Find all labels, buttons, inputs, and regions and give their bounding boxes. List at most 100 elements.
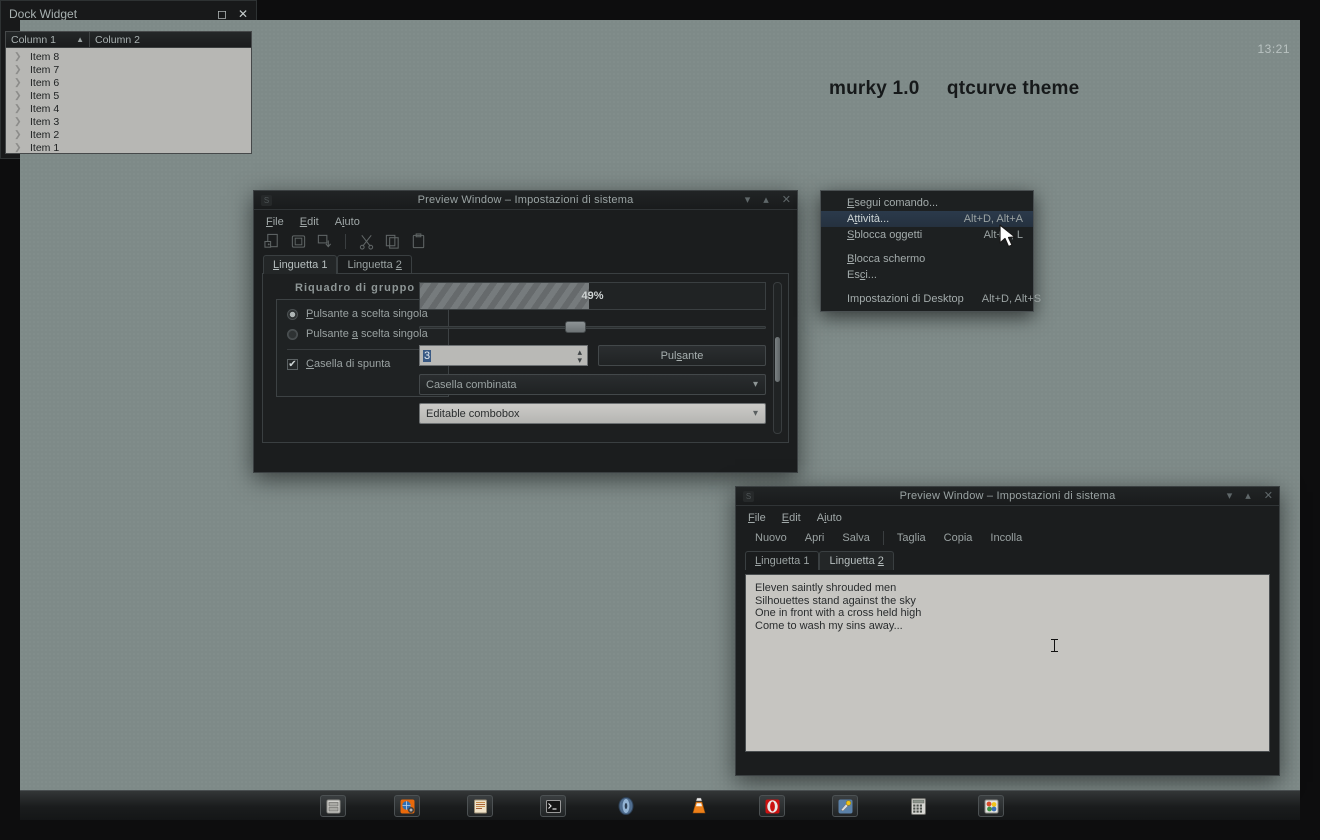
menu-aiuto[interactable]: Aiuto: [817, 512, 842, 524]
toolbar-button-apri[interactable]: Apri: [796, 530, 834, 546]
paste-icon[interactable]: [410, 233, 427, 250]
editor-line: Silhouettes stand against the sky: [755, 594, 916, 607]
calculator-icon[interactable]: [905, 795, 931, 817]
spinbox[interactable]: 3 ▴ ▾: [419, 345, 588, 366]
dock-widget-float-icon[interactable]: ◻: [217, 7, 227, 21]
konqueror-icon[interactable]: [613, 795, 639, 817]
tab-linguetta-2[interactable]: Linguetta 2: [819, 551, 894, 570]
taskbar-panel[interactable]: [20, 790, 1300, 820]
toolbar-separator: [882, 531, 884, 545]
tree-header-row: Column 1 ▲ Column 2: [6, 32, 251, 48]
toolbar-button-incolla[interactable]: Incolla: [981, 530, 1031, 546]
close-icon[interactable]: ✕: [1264, 491, 1273, 502]
editable-combobox[interactable]: Editable combobox ▾: [419, 403, 766, 424]
terminal-icon[interactable]: [540, 795, 566, 817]
cut-icon[interactable]: [358, 233, 375, 250]
mail-client-icon[interactable]: [467, 795, 493, 817]
open-icon[interactable]: [290, 233, 307, 250]
minimize-icon[interactable]: ▾: [1227, 491, 1233, 502]
desktop-context-menu[interactable]: Esegui comando... Attività... Alt+D, Alt…: [820, 190, 1041, 312]
tab-linguetta-1[interactable]: LLinguetta 1inguetta 1: [263, 255, 338, 274]
tab-linguetta-2[interactable]: Linguetta 2: [337, 255, 412, 274]
preview-window-2[interactable]: S Preview Window – Impostazioni di siste…: [735, 486, 1280, 776]
scrollbar-thumb[interactable]: [775, 337, 780, 382]
opera-browser-icon[interactable]: [759, 795, 785, 817]
list-item[interactable]: ❯ Item 1: [6, 141, 251, 154]
chevron-down-icon[interactable]: ▾: [577, 356, 582, 365]
pulsante-button[interactable]: Pul s ante: [598, 345, 766, 366]
menu-item-shortcut: Alt+D, L: [983, 229, 1023, 241]
list-item[interactable]: ❯ Item 8: [6, 50, 251, 63]
menu-file[interactable]: File: [266, 216, 284, 228]
system-settings-icon[interactable]: [832, 795, 858, 817]
radio-button-2[interactable]: [287, 328, 298, 340]
chevron-down-icon[interactable]: ▾: [753, 379, 758, 390]
dock-widget-close-icon[interactable]: ✕: [238, 7, 248, 21]
combobox[interactable]: Casella combinata ▾: [419, 374, 766, 395]
save-icon[interactable]: [316, 233, 333, 250]
tab-linguetta-1[interactable]: Linguetta 1: [745, 551, 820, 570]
menu-item-attivita[interactable]: Attività... Alt+D, Alt+A: [821, 211, 1033, 227]
toolbar-button-salva[interactable]: Salva: [833, 530, 879, 546]
toolbar-button-taglia[interactable]: Taglia: [888, 530, 935, 546]
list-item[interactable]: ❯ Item 6: [6, 76, 251, 89]
chevron-down-icon[interactable]: ▾: [753, 408, 758, 419]
list-item-label: Item 2: [30, 128, 60, 141]
vertical-scrollbar[interactable]: [773, 282, 782, 434]
preview-window-1-titlebar[interactable]: S Preview Window – Impostazioni di siste…: [254, 191, 797, 210]
window-menu-icon[interactable]: S: [261, 195, 272, 206]
copy-icon[interactable]: [384, 233, 401, 250]
menu-file[interactable]: File: [748, 512, 766, 524]
list-item[interactable]: ❯ Item 5: [6, 89, 251, 102]
chevron-right-icon[interactable]: ❯: [14, 142, 30, 153]
tree-column-header-1[interactable]: Column 1 ▲: [6, 32, 89, 47]
menu-item-esegui-comando[interactable]: Esegui comando...: [821, 195, 1033, 211]
text-editor[interactable]: Eleven saintly shrouded men Silhouettes …: [745, 574, 1270, 752]
preview-window-2-titlebar[interactable]: S Preview Window – Impostazioni di siste…: [736, 487, 1279, 506]
menu-separator: [821, 243, 1033, 251]
toolbar-button-nuovo[interactable]: Nuovo: [746, 530, 796, 546]
chevron-right-icon[interactable]: ❯: [14, 77, 30, 88]
chevron-right-icon[interactable]: ❯: [14, 103, 30, 114]
vlc-media-player-icon[interactable]: [686, 795, 712, 817]
spinbox-value[interactable]: 3: [423, 349, 432, 362]
close-icon[interactable]: ✕: [782, 195, 791, 206]
preview-window-1-controls: ▾ ▴ ✕: [745, 191, 791, 210]
slider[interactable]: [419, 320, 766, 333]
new-icon[interactable]: [264, 233, 281, 250]
image-viewer-icon[interactable]: [978, 795, 1004, 817]
editable-combobox-value[interactable]: Editable combobox: [426, 408, 520, 420]
spinbox-arrows[interactable]: ▴ ▾: [577, 348, 582, 365]
minimize-icon[interactable]: ▾: [745, 195, 751, 206]
tree-column-header-2[interactable]: Column 2: [89, 32, 251, 47]
menu-item-sblocca-oggetti[interactable]: Sblocca oggetti Alt+D, L: [821, 227, 1033, 243]
list-item[interactable]: ❯ Item 4: [6, 102, 251, 115]
chevron-right-icon[interactable]: ❯: [14, 64, 30, 75]
file-manager-icon[interactable]: [320, 795, 346, 817]
menu-edit[interactable]: Edit: [782, 512, 801, 524]
checkbox-input[interactable]: ✔: [287, 358, 298, 370]
maximize-icon[interactable]: ▴: [1245, 491, 1251, 502]
menu-item-impostazioni-di-desktop[interactable]: Impostazioni di Desktop Alt+D, Alt+S: [821, 291, 1041, 307]
preview-window-2-title: Preview Window – Impostazioni di sistema: [899, 490, 1116, 502]
list-item[interactable]: ❯ Item 3: [6, 115, 251, 128]
chevron-right-icon[interactable]: ❯: [14, 90, 30, 101]
preview-window-1[interactable]: S Preview Window – Impostazioni di siste…: [253, 190, 798, 473]
chevron-right-icon[interactable]: ❯: [14, 51, 30, 62]
dock-widget-tree[interactable]: Column 1 ▲ Column 2 ❯ Item 8 ❯ Item 7 ❯ Ite…: [5, 31, 252, 154]
chevron-right-icon[interactable]: ❯: [14, 129, 30, 140]
radio-button-1[interactable]: [287, 308, 298, 320]
menu-item-blocca-schermo[interactable]: Blocca schermo: [821, 251, 1033, 267]
web-browser-icon[interactable]: [394, 795, 420, 817]
slider-handle[interactable]: [564, 320, 586, 333]
toolbar-button-copia[interactable]: Copia: [935, 530, 982, 546]
chevron-right-icon[interactable]: ❯: [14, 116, 30, 127]
maximize-icon[interactable]: ▴: [763, 195, 769, 206]
list-item[interactable]: ❯ Item 2: [6, 128, 251, 141]
window-menu-icon[interactable]: S: [743, 491, 754, 502]
menu-aiuto[interactable]: Aiuto: [335, 216, 360, 228]
menu-item-esci[interactable]: Esci...: [821, 267, 1033, 283]
menu-edit[interactable]: Edit: [300, 216, 319, 228]
list-item[interactable]: ❯ Item 7: [6, 63, 251, 76]
group-box-title: Riquadro di gruppo: [295, 282, 416, 294]
